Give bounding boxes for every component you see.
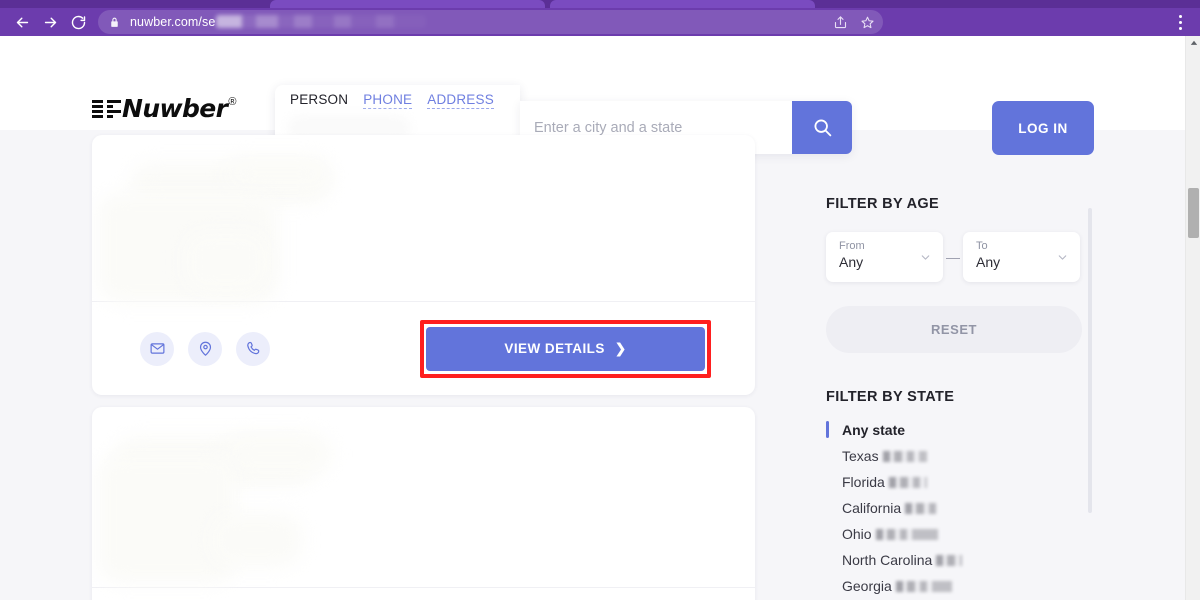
registered-mark: ® — [228, 96, 237, 108]
state-name: Georgia — [842, 578, 892, 594]
age-range-row: From Any — To Any — [826, 232, 1088, 282]
age-to-select[interactable]: To Any — [963, 232, 1080, 282]
search-button[interactable] — [792, 101, 852, 154]
state-name: Ohio — [842, 526, 872, 542]
view-details-button[interactable]: VIEW DETAILS ❯ — [426, 326, 705, 371]
browser-tabstrip — [0, 0, 1200, 8]
view-details-wrapper: VIEW DETAILS ❯ — [420, 319, 711, 378]
browser-tab[interactable] — [550, 0, 815, 8]
tab-address[interactable]: ADDRESS — [427, 92, 494, 109]
chevron-right-icon: ❯ — [614, 340, 627, 356]
browser-toolbar: nuwber.com/se — [0, 8, 1200, 36]
state-name: Florida — [842, 474, 885, 490]
star-icon[interactable] — [860, 15, 875, 30]
results-list: VIEW DETAILS ❯ — [92, 135, 755, 600]
reload-icon[interactable] — [64, 9, 92, 35]
tab-person[interactable]: PERSON — [290, 92, 348, 107]
email-icon[interactable] — [140, 331, 174, 366]
filter-by-state-title: FILTER BY STATE — [826, 389, 955, 405]
site-logo[interactable]: Nuwber ® — [92, 95, 237, 125]
reset-filters-button[interactable]: RESET — [826, 306, 1082, 353]
state-count-redacted — [888, 476, 927, 488]
forward-icon[interactable] — [36, 9, 64, 35]
age-from-value: Any — [839, 254, 864, 270]
state-count-redacted — [882, 450, 927, 462]
search-type-tabs: PERSON PHONE ADDRESS — [290, 92, 494, 109]
result-card — [92, 407, 755, 600]
state-name: Any state — [842, 422, 906, 438]
state-count-redacted — [936, 554, 963, 566]
state-filter-item[interactable]: Florida — [826, 469, 1088, 495]
active-indicator — [826, 421, 829, 438]
page-viewport: Nuwber ® PERSON PHONE ADDRESS LOG IN — [0, 36, 1185, 600]
age-to-value: Any — [976, 254, 1001, 270]
login-button[interactable]: LOG IN — [992, 101, 1094, 155]
address-bar[interactable]: nuwber.com/se — [98, 10, 883, 34]
address-bar-url-text: nuwber.com/se — [130, 15, 216, 29]
age-range-separator: — — [946, 249, 960, 265]
address-bar-actions — [833, 10, 875, 34]
contact-icon-group — [140, 331, 270, 366]
tab-phone[interactable]: PHONE — [363, 92, 413, 109]
result-card: VIEW DETAILS ❯ — [92, 135, 755, 395]
site-logo-text: Nuwber — [122, 94, 228, 123]
age-from-select[interactable]: From Any — [826, 232, 943, 282]
state-filter-item[interactable]: Ohio — [826, 521, 1088, 547]
scrollbar-thumb[interactable] — [1188, 188, 1199, 238]
state-count-redacted — [905, 502, 938, 514]
lock-icon — [108, 16, 121, 29]
state-filter-item-any[interactable]: Any state — [826, 417, 1088, 443]
address-bar-url-redacted — [216, 15, 427, 28]
state-name: California — [842, 500, 902, 516]
state-filter-item[interactable]: Georgia — [826, 573, 1088, 599]
state-filter-list: Any state Texas Florida California Ohio … — [826, 417, 1088, 600]
chevron-down-icon — [919, 251, 932, 269]
result-card-content-redacted — [92, 407, 755, 587]
screenshot-root: nuwber.com/se Nuwber ® PERSON PHONE ADDR… — [0, 0, 1200, 600]
state-count-redacted — [895, 580, 952, 592]
back-icon[interactable] — [8, 9, 36, 35]
page-scrollbar[interactable] — [1185, 36, 1200, 600]
age-to-label: To — [976, 240, 988, 252]
view-details-label: VIEW DETAILS — [504, 341, 605, 356]
state-name: Texas — [842, 448, 879, 464]
address-bar-url: nuwber.com/se — [130, 15, 427, 29]
browser-tab[interactable] — [270, 0, 545, 8]
location-pin-icon[interactable] — [188, 331, 222, 366]
site-header: Nuwber ® PERSON PHONE ADDRESS LOG IN — [0, 36, 1185, 155]
chevron-down-icon — [1056, 251, 1069, 269]
age-from-label: From — [839, 240, 865, 252]
city-search-input[interactable] — [534, 119, 806, 136]
filter-by-age-title: FILTER BY AGE — [826, 196, 940, 212]
result-card-actions — [92, 588, 755, 600]
state-count-redacted — [875, 528, 938, 540]
browser-chrome: nuwber.com/se — [0, 0, 1200, 36]
state-filter-item[interactable]: North Carolina — [826, 547, 1088, 573]
flag-icon — [92, 99, 121, 120]
result-card-actions: VIEW DETAILS ❯ — [92, 302, 755, 395]
state-filter-item[interactable]: California — [826, 495, 1088, 521]
sidebar-scrollbar[interactable] — [1088, 208, 1092, 513]
phone-icon[interactable] — [236, 331, 270, 366]
state-name: North Carolina — [842, 552, 933, 568]
scroll-up-arrow-icon[interactable] — [1186, 36, 1200, 50]
result-card-content-redacted — [92, 135, 755, 303]
state-filter-item[interactable]: Texas — [826, 443, 1088, 469]
kebab-menu-icon[interactable] — [1168, 9, 1192, 35]
filters-sidebar: FILTER BY AGE From Any — To Any RESET FI… — [826, 196, 1088, 600]
share-icon[interactable] — [833, 15, 848, 30]
